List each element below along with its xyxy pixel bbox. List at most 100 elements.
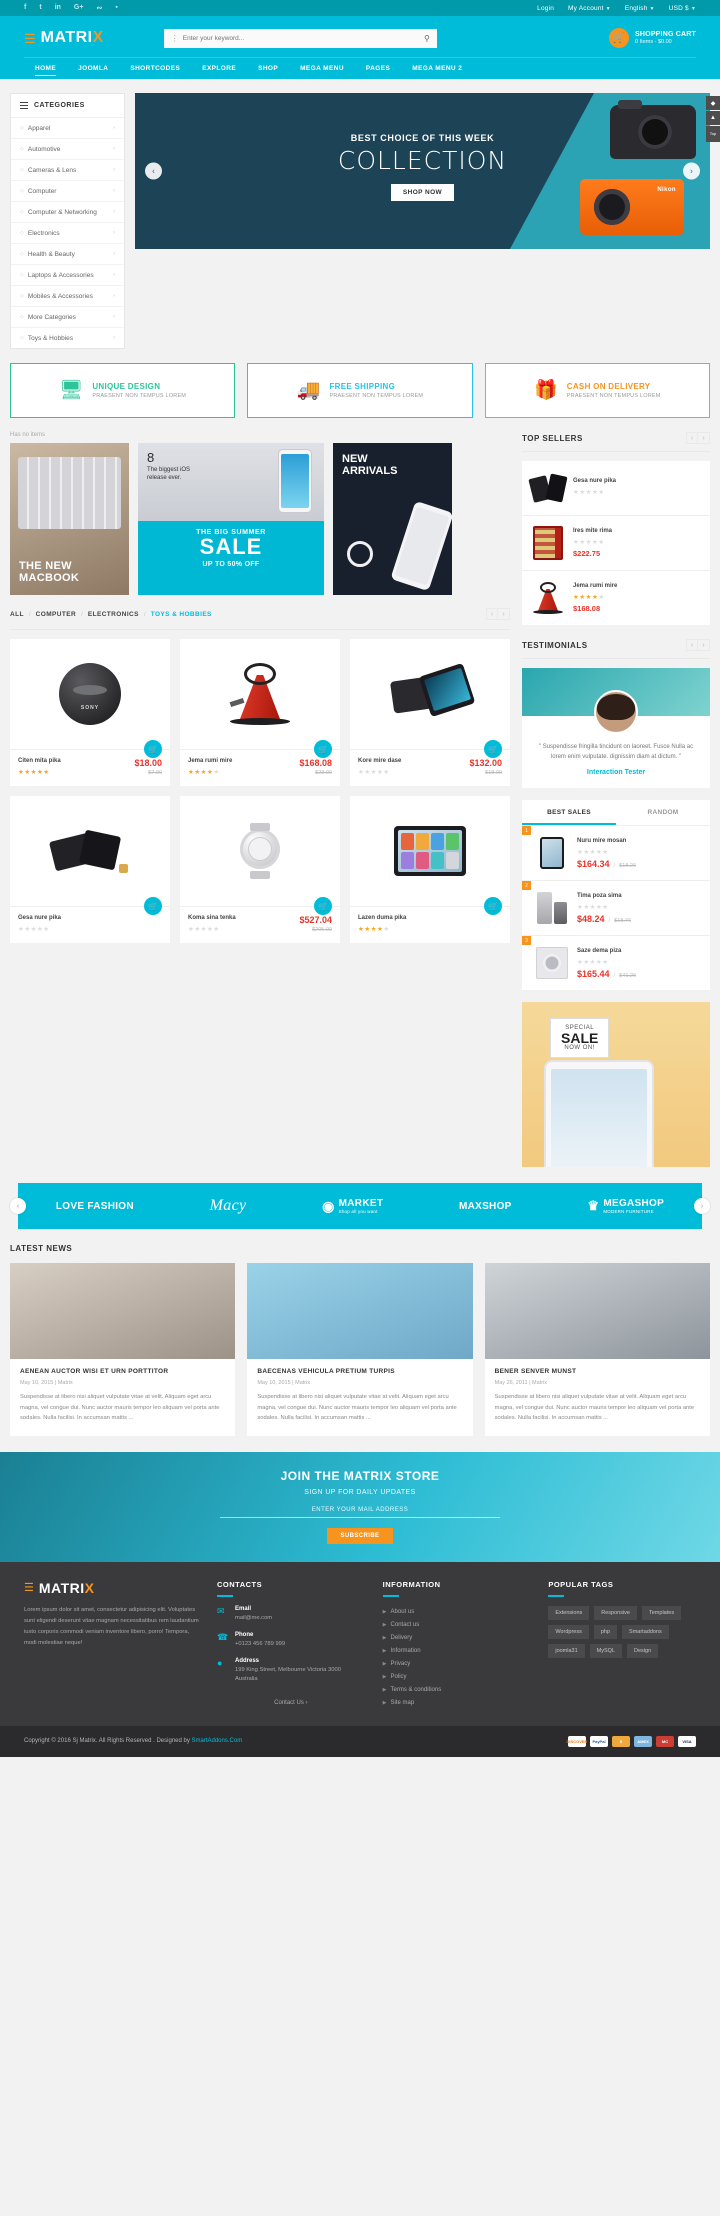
top-sellers-prev-button[interactable]: ‹ [686, 432, 698, 444]
googleplus-icon[interactable]: G+ [74, 4, 84, 12]
top-seller-item[interactable]: Ires mite rima ★★★★★ $222.75 [522, 516, 710, 571]
subscribe-button[interactable]: SUBSCRIBE [326, 1528, 394, 1545]
top-sellers-next-button[interactable]: › [698, 432, 710, 444]
tag-templates[interactable]: Templates [642, 1605, 682, 1620]
shop-now-button[interactable]: SHOP NOW [390, 184, 455, 201]
feature-cash-on-delivery[interactable]: 🎁 CASH ON DELIVERY PRAESENT NON TEMPUS L… [484, 363, 710, 418]
smartaddons-link[interactable]: SmartAddons.Com [192, 1738, 243, 1744]
search-input[interactable] [182, 34, 424, 42]
category-item-cameras-lens[interactable]: ◇ Cameras & Lens › [11, 160, 124, 181]
footer-link-terms[interactable]: ▶ Terms & conditions [383, 1684, 531, 1697]
footer-link-privacy[interactable]: ▶ Privacy [383, 1658, 531, 1671]
testimonials-prev-button[interactable]: ‹ [686, 639, 698, 651]
category-item-computer-networking[interactable]: ◇ Computer & Networking › [11, 202, 124, 223]
filter-tab-all[interactable]: ALL [10, 611, 24, 618]
category-item-mobiles-accessories[interactable]: ◇ Mobiles & Accessories › [11, 286, 124, 307]
category-item-toys-hobbies[interactable]: ◇ Toys & Hobbies › [11, 328, 124, 348]
tag-extensions[interactable]: Extensions [548, 1605, 590, 1620]
best-sales-item[interactable]: 3 Saze dema piza ★★★★★ $165.44 / $41.26 [522, 936, 710, 990]
language-link[interactable]: English ▼ [625, 5, 655, 12]
product-card[interactable]: 🛒 Gesa nure pika ★★★★★ [10, 796, 170, 943]
slider-prev-arrow[interactable]: ‹ [145, 162, 162, 180]
brand-maxshop[interactable]: MAXSHOP [459, 1201, 512, 1212]
login-link[interactable]: Login [537, 5, 554, 12]
add-to-cart-button[interactable]: 🛒 [314, 740, 332, 758]
testimonial-author[interactable]: Interaction Tester [534, 769, 698, 776]
nav-item-mega-menu-2[interactable]: MEGA MENU 2 [401, 58, 473, 79]
footer-link-about-us[interactable]: ▶ About us [383, 1606, 531, 1619]
add-to-cart-button[interactable]: 🛒 [484, 897, 502, 915]
category-item-computer[interactable]: ◇ Computer › [11, 181, 124, 202]
filter-icon[interactable]: ⋮ [171, 34, 179, 43]
footer-logo[interactable]: ☰ MATRIX [24, 1580, 199, 1596]
nav-item-joomla[interactable]: JOOMLA [67, 58, 119, 79]
linkedin-icon[interactable]: in [55, 4, 61, 12]
hero-slider[interactable]: BEST CHOICE OF THIS WEEK COLLECTION SHOP… [135, 93, 710, 249]
top-seller-item[interactable]: Jema rumi mire ★★★★★ $168.08 [522, 571, 710, 625]
special-sale-banner[interactable]: SPECIAL SALE NOW ON! [522, 1002, 710, 1168]
promo-macbook[interactable]: THE NEW MACBOOK [10, 443, 129, 595]
category-item-more-categories[interactable]: ◇ More Categories › [11, 307, 124, 328]
product-card[interactable]: 🛒 Lazen duma pika ★★★★★ [350, 796, 510, 943]
footer-link-information[interactable]: ▶ Information [383, 1645, 531, 1658]
rss-icon[interactable]: ∾ [96, 4, 102, 12]
product-card[interactable]: 🛒 Kore mire dase ★★★★★ $132.00 $18.00 [350, 639, 510, 786]
product-card[interactable]: 🛒 Jema rumi mire ★★★★★ $168.08 $23.00 [180, 639, 340, 786]
best-sales-item[interactable]: 2 Tima poza sima ★★★★★ $48.24 / $18.76 [522, 881, 710, 937]
news-card[interactable]: BAECENAS VEHICULA PRETIUM TURPIS May 10,… [247, 1263, 473, 1436]
tag-mysql[interactable]: MySQL [589, 1643, 623, 1658]
nav-item-explore[interactable]: EXPLORE [191, 58, 247, 79]
add-to-cart-button[interactable]: 🛒 [314, 897, 332, 915]
share-icon[interactable]: ◆ [706, 96, 720, 110]
add-to-cart-button[interactable]: 🛒 [484, 740, 502, 758]
tag-wordpress[interactable]: Wordpress [548, 1624, 589, 1639]
tag-design[interactable]: Design [627, 1643, 659, 1658]
product-card[interactable]: SONY 🛒 Citen mita pika ★★★★★ $18.00 $7.0… [10, 639, 170, 786]
add-to-cart-button[interactable]: 🛒 [144, 897, 162, 915]
search-box[interactable]: ⋮ ⚲ [163, 28, 437, 48]
news-card[interactable]: AENEAN AUCTOR WISI ET URN PORTTITOR May … [10, 1263, 236, 1436]
product-card[interactable]: 🛒 Koma sina tenka ★★★★★ $527.04 $205.00 [180, 796, 340, 943]
footer-link-policy[interactable]: ▶ Policy [383, 1671, 531, 1684]
slider-next-arrow[interactable]: › [683, 162, 700, 180]
products-next-button[interactable]: › [498, 608, 510, 620]
tag-responsive[interactable]: Responsive [594, 1605, 637, 1620]
my-account-link[interactable]: My Account ▼ [568, 5, 611, 12]
nav-item-pages[interactable]: PAGES [355, 58, 401, 79]
nav-item-mega-menu[interactable]: MEGA MENU [289, 58, 355, 79]
newsletter-email-input[interactable]: ENTER YOUR MAIL ADDRESS [220, 1507, 500, 1519]
tab-random[interactable]: RANDOM [616, 800, 710, 825]
currency-link[interactable]: USD $ ▼ [669, 5, 696, 12]
promo-summer-sale[interactable]: 8 The biggest iOS release ever. THE BIG … [138, 443, 324, 595]
category-item-health-beauty[interactable]: ◇ Health & Beauty › [11, 244, 124, 265]
filter-tab-electronics[interactable]: ELECTRONICS [88, 611, 139, 618]
footer-link-site-map[interactable]: ▶ Site map [383, 1697, 531, 1710]
nav-item-home[interactable]: HOME [24, 58, 67, 79]
add-to-cart-button[interactable]: 🛒 [144, 740, 162, 758]
promo-new-arrivals[interactable]: NEW ARRIVALS [333, 443, 452, 595]
category-item-electronics[interactable]: ◇ Electronics › [11, 223, 124, 244]
twitter-icon[interactable]: t [39, 4, 41, 12]
site-logo[interactable]: ☰ MATRIX [24, 29, 104, 47]
footer-link-contact-us[interactable]: ▶ Contact us [383, 1619, 531, 1632]
nav-item-shortcodes[interactable]: SHORTCODES [119, 58, 191, 79]
footer-link-delivery[interactable]: ▶ Delivery [383, 1632, 531, 1645]
contact-us-link[interactable]: Contact Us › [217, 1694, 365, 1706]
search-icon[interactable]: ⚲ [424, 34, 430, 43]
top-seller-item[interactable]: Gesa nure pika ★★★★★ [522, 461, 710, 516]
tab-best-sales[interactable]: BEST SALES [522, 800, 616, 825]
facebook-icon[interactable]: f [24, 4, 26, 12]
tag-smartaddons[interactable]: Smartaddons [622, 1624, 669, 1639]
best-sales-item[interactable]: 1 Nuru mire mosan ★★★★★ $164.34 / $18.26 [522, 826, 710, 882]
contact-value[interactable]: mail@me.com [235, 1614, 272, 1623]
tag-joomla31[interactable]: joomla31 [548, 1643, 585, 1658]
scroll-up-icon[interactable]: ▲ [706, 111, 720, 125]
products-prev-button[interactable]: ‹ [486, 608, 498, 620]
pinterest-icon[interactable]: ▪ [115, 4, 117, 12]
brands-next-arrow[interactable]: › [694, 1198, 710, 1215]
tag-php[interactable]: php [593, 1624, 618, 1639]
brand-macy[interactable]: Macy [210, 1197, 247, 1215]
category-item-automotive[interactable]: ◇ Automotive › [11, 139, 124, 160]
brand-market[interactable]: ◉ MARKET Shop all you want [322, 1198, 383, 1215]
category-item-laptops-accessories[interactable]: ◇ Laptops & Accessories › [11, 265, 124, 286]
